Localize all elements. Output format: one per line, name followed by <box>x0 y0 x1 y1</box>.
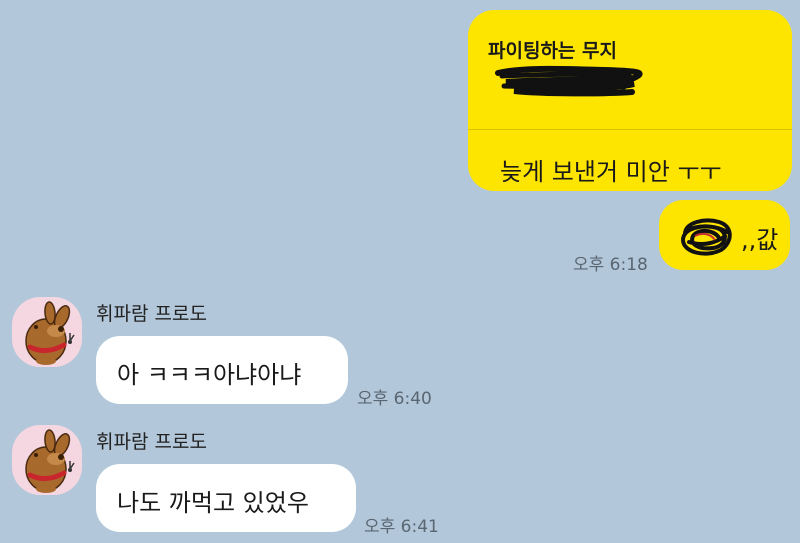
outgoing-message-bubble[interactable]: ,,값 <box>659 200 790 270</box>
message-time: 오후 6:41 <box>364 517 439 537</box>
chat-area[interactable]: 파이팅하는 무지 늦게 보낸거 미안 ㅜㅜ 오후 6:18 ,,값 휘파람 프로… <box>0 0 800 543</box>
message-text: ,,값 <box>741 226 779 254</box>
message-text: 아 ㅋㅋㅋ아냐아냐 <box>117 361 302 389</box>
avatar[interactable] <box>12 297 82 367</box>
redacted-scribble <box>680 218 732 256</box>
sender-name: 휘파람 프로도 <box>96 303 207 325</box>
incoming-message-bubble[interactable]: 아 ㅋㅋㅋ아냐아냐 <box>96 336 348 404</box>
avatar[interactable] <box>12 425 82 495</box>
outgoing-message-bubble[interactable]: 파이팅하는 무지 늦게 보낸거 미안 ㅜㅜ <box>468 10 792 191</box>
frodo-dog-icon <box>25 301 75 365</box>
message-time: 오후 6:18 <box>573 255 648 275</box>
message-text: 늦게 보낸거 미안 ㅜㅜ <box>500 158 722 186</box>
frodo-dog-icon <box>25 429 75 493</box>
message-text: 나도 까먹고 있었우 <box>117 489 309 517</box>
sender-name: 휘파람 프로도 <box>96 431 207 453</box>
redacted-scribble <box>495 65 643 97</box>
quoted-sender-name: 파이팅하는 무지 <box>488 40 617 62</box>
incoming-message-bubble[interactable]: 나도 까먹고 있었우 <box>96 464 356 532</box>
message-time: 오후 6:40 <box>357 389 432 409</box>
bubble-divider <box>468 129 792 130</box>
